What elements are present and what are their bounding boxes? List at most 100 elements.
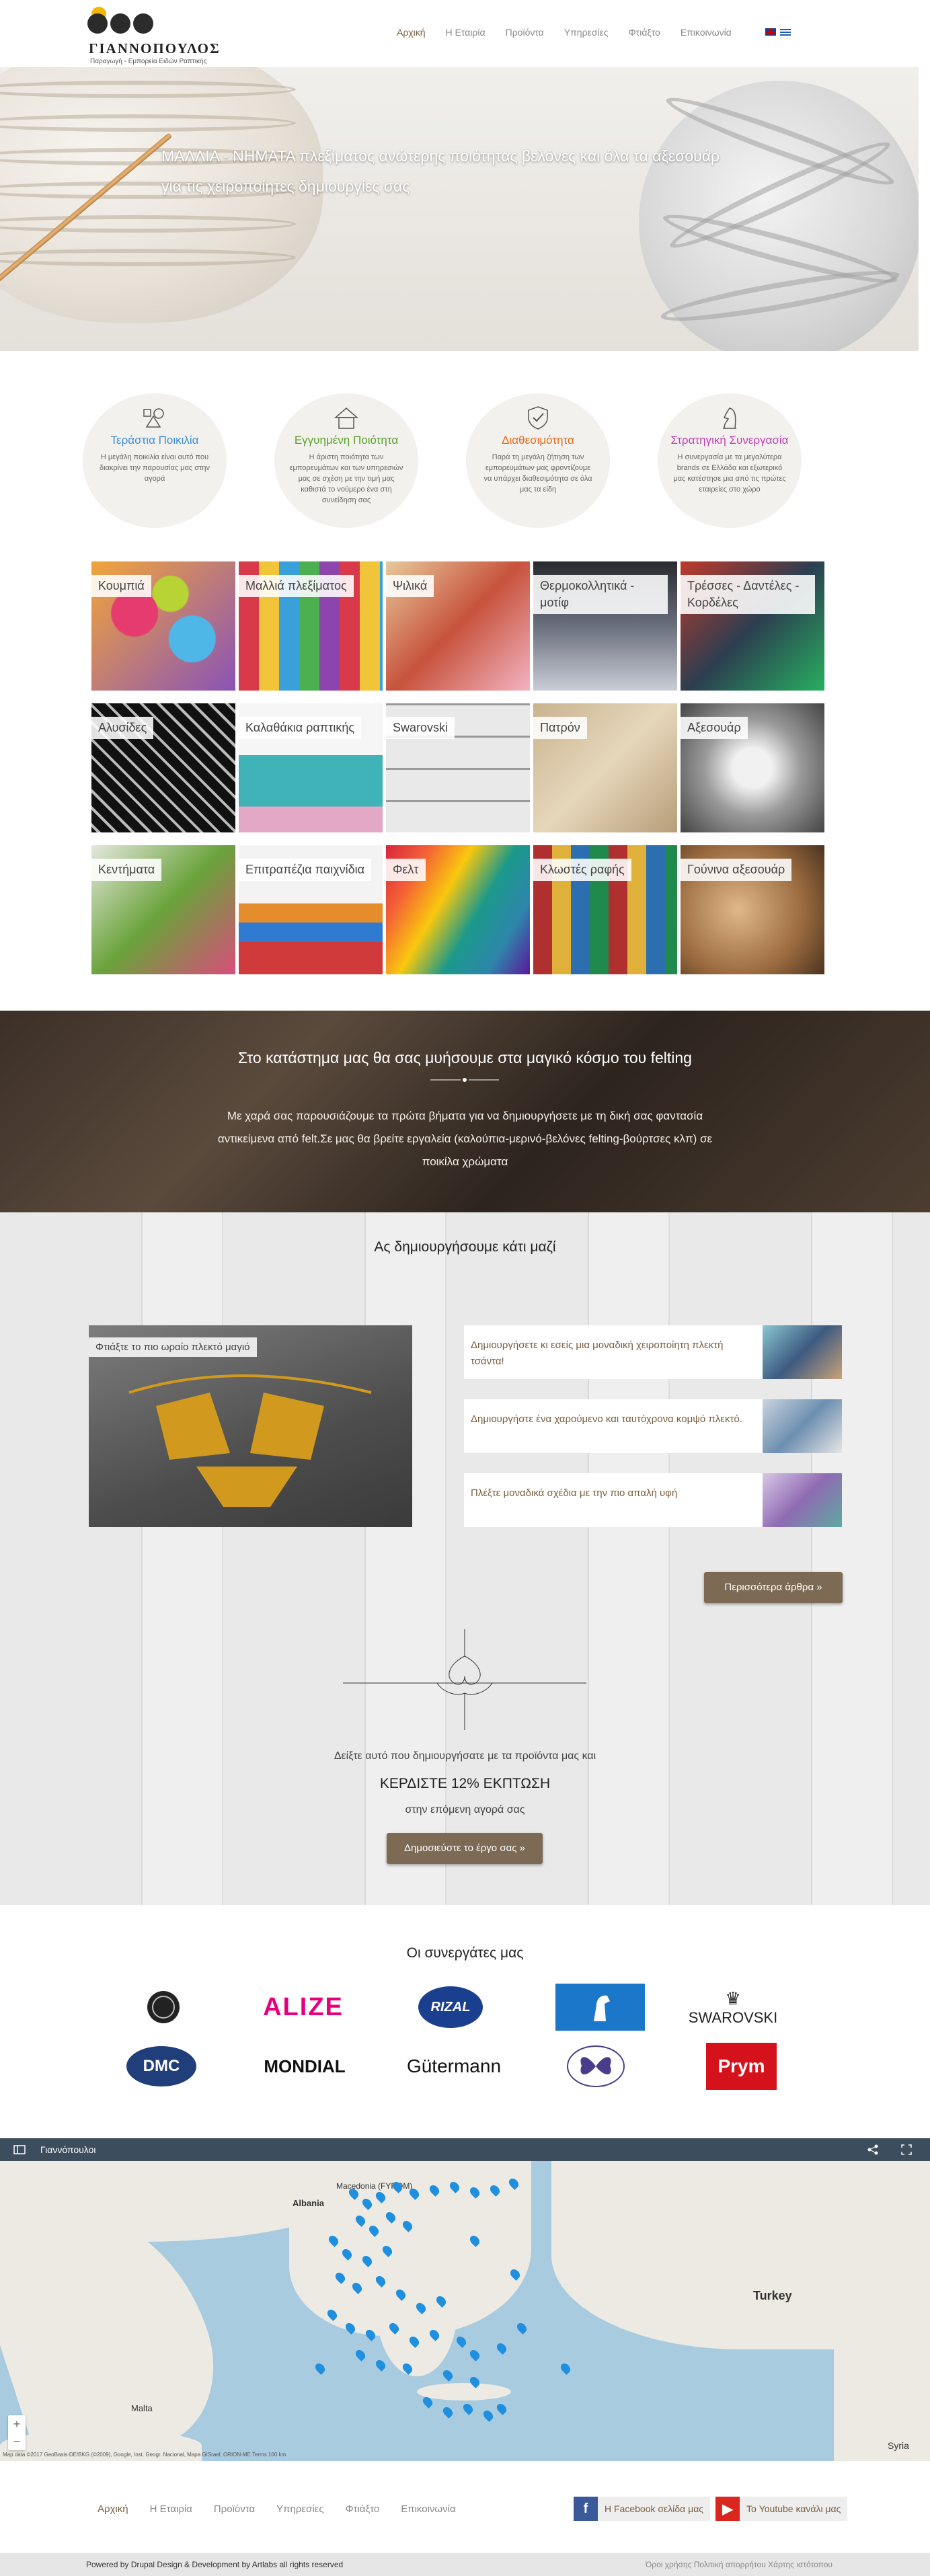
publish-work-button[interactable]: Δημοσιεύστε το έργο σας » (387, 1833, 543, 1864)
article-item[interactable]: Πλέξτε μοναδικά σχέδια με την πιο απαλή … (464, 1473, 842, 1527)
promo-line-3: στην επόμενη αγορά σας (405, 1804, 525, 1816)
footer-nav-company[interactable]: Η Εταιρία (150, 2503, 192, 2515)
featured-label: Φτιάξτε το πιο ωραίο πλεκτό μαγιό (89, 1337, 257, 1357)
partner-logo-prym[interactable]: Prym (706, 2043, 777, 2090)
category-label: Καλαθάκια ραπτικής (239, 717, 362, 739)
partner-logo-swarovski[interactable]: ♛ SWAROVSKI (679, 1984, 787, 2031)
category-sewing-baskets[interactable]: Καλαθάκια ραπτικής (239, 703, 383, 832)
footer-nav-services[interactable]: Υπηρεσίες (276, 2503, 323, 2515)
map-pin-icon[interactable] (495, 2341, 508, 2355)
nav-contact[interactable]: Επικοινωνία (681, 27, 732, 38)
butterfly-logo (566, 2045, 625, 2087)
feature-partnership: Στρατηγική Συνεργασία Η συνεργασία με τα… (658, 393, 802, 528)
nav-products[interactable]: Προϊόντα (506, 27, 544, 38)
partner-logo-pony[interactable] (555, 1984, 645, 2031)
pony-logo (593, 1995, 610, 2021)
category-label: Γούνινα αξεσουάρ (681, 859, 792, 881)
map-pin-icon[interactable] (495, 2402, 508, 2415)
feature-title: Τεράστια Ποικιλία (110, 434, 199, 446)
footer-nav-diy[interactable]: Φτιάξτο (346, 2503, 380, 2515)
category-threads[interactable]: Κλωστές ραφής (533, 845, 677, 974)
map-pin-icon[interactable] (374, 2358, 387, 2372)
map-pin-icon[interactable] (515, 2321, 529, 2335)
partner-logo-mondial[interactable]: MONDIAL (243, 2043, 366, 2090)
category-yarn[interactable]: Μαλλιά πλεξίματος (239, 561, 383, 691)
bottom-bar: Powered by Drupal Design & Development b… (0, 2553, 930, 2576)
map-pin-icon[interactable] (441, 2405, 455, 2419)
partner-logo-1[interactable] (138, 1984, 188, 2031)
partner-logo-gutermann[interactable]: Gütermann (387, 2043, 521, 2090)
map-pin-icon[interactable] (468, 2348, 481, 2362)
footer-nav-home[interactable]: Αρχική (98, 2503, 128, 2515)
chess-knight-icon (723, 407, 736, 429)
map-layers-icon[interactable] (13, 2144, 26, 2155)
map-pin-icon[interactable] (455, 2335, 468, 2348)
felting-title: Στο κατάστημα μας θα σας μυήσουμε στα μα… (238, 1049, 692, 1066)
create-title: Ας δημιουργήσουμε κάτι μαζί (374, 1239, 556, 1255)
article-thumbnail (763, 1325, 842, 1379)
footer-nav: Αρχική Η Εταιρία Προϊόντα Υπηρεσίες Φτιά… (98, 2503, 477, 2515)
category-patches[interactable]: Θερμοκολλητικά - μοτίφ (533, 561, 677, 691)
fullscreen-icon[interactable] (901, 2144, 912, 2155)
share-icon[interactable] (867, 2144, 878, 2155)
category-laces[interactable]: Τρέσσες - Δαντέλες - Κορδέλες (681, 561, 824, 691)
promo-discount: ΚΕΡΔΙΣΤΕ 12% ΕΚΠΤΩΣΗ (379, 1776, 551, 1791)
category-haberdashery[interactable]: Ψιλικά (386, 561, 530, 691)
article-item[interactable]: Δημιουργήσετε κι εσείς μια μοναδική χειρ… (464, 1325, 842, 1379)
house-icon (334, 407, 358, 429)
map-title: Γιαννόπουλοι (40, 2144, 96, 2155)
map-label: Albania (293, 2198, 324, 2208)
category-buttons[interactable]: Κουμπιά (91, 561, 235, 691)
article-title: Πλέξτε μοναδικά σχέδια με την πιο απαλή … (471, 1487, 678, 1499)
nav-diy[interactable]: Φτιάξτο (629, 27, 660, 38)
feature-text: Η μεγάλη ποικιλία είναι αυτό που διακρίν… (100, 453, 210, 483)
zoom-out-icon[interactable]: − (8, 2433, 26, 2450)
map-pin-icon[interactable] (461, 2402, 475, 2415)
map-view[interactable]: Macedonia (FYROM) Albania Turkey Malta S… (0, 2161, 930, 2461)
category-felt[interactable]: Φελτ (386, 845, 530, 974)
category-label: Κουμπιά (91, 575, 151, 597)
category-label: Αξεσουάρ (681, 717, 748, 739)
gr-flag-icon[interactable] (780, 28, 791, 36)
map-pin-icon[interactable] (481, 2409, 495, 2422)
featured-article[interactable]: Φτιάξτε το πιο ωραίο πλεκτό μαγιό (89, 1325, 412, 1527)
partner-logo-alize[interactable]: ALIZE (245, 1984, 361, 2031)
map-pin-icon[interactable] (313, 2362, 327, 2375)
feature-text: Η συνεργασία με τα μεγαλύτερα brands σε … (673, 453, 786, 494)
category-chains[interactable]: Αλυσίδες (91, 703, 235, 832)
facebook-link[interactable]: f Η Facebook σελίδα μας (574, 2497, 711, 2521)
create-section: Ας δημιουργήσουμε κάτι μαζί Φτιάξτε το π… (0, 1212, 930, 1905)
more-articles-button[interactable]: Περισσότερα άρθρα » (704, 1572, 843, 1603)
felting-banner: Στο κατάστημα μας θα σας μυήσουμε στα μα… (0, 1011, 930, 1212)
nav-services[interactable]: Υπηρεσίες (564, 27, 609, 38)
en-flag-icon[interactable] (765, 28, 776, 36)
category-embroidery[interactable]: Κεντήματα (91, 845, 235, 974)
partner-logo-butterfly[interactable] (564, 2043, 627, 2090)
youtube-link[interactable]: ▶ Το Youtube κανάλι μας (715, 2497, 848, 2521)
badge-logo (147, 1991, 180, 2023)
category-label: Swarovski (386, 717, 455, 739)
category-board-games[interactable]: Επιτραπέζια παιχνίδια (239, 845, 383, 974)
category-accessories[interactable]: Αξεσουάρ (681, 703, 824, 832)
zoom-in-icon[interactable]: + (8, 2415, 26, 2433)
map-pin-icon[interactable] (354, 2348, 367, 2362)
promo-line-1: Δείξτε αυτό που δημιουργήσατε με τα προϊ… (334, 1750, 596, 1762)
zoom-control[interactable]: + − (8, 2415, 26, 2450)
footer-legal-links[interactable]: Όροι χρήσης Πολιτική απορρήτου Χάρτης ισ… (646, 2560, 832, 2569)
partner-logo-rizal[interactable]: RIZAL (417, 1984, 484, 2031)
category-swarovski[interactable]: Swarovski (386, 703, 530, 832)
footer-nav-contact[interactable]: Επικοινωνία (401, 2503, 455, 2515)
partner-logo-dmc[interactable]: DMC (124, 2043, 198, 2090)
article-item[interactable]: Δημιουργήστε ένα χαρούμενο και ταυτόχρον… (464, 1399, 842, 1453)
map-pin-icon[interactable] (559, 2362, 572, 2375)
nav-home[interactable]: Αρχική (397, 27, 426, 38)
nav-company[interactable]: Η Εταιρία (446, 27, 486, 38)
category-fur-accessories[interactable]: Γούνινα αξεσουάρ (681, 845, 824, 974)
map-pin-icon[interactable] (441, 2368, 455, 2382)
youtube-icon: ▶ (715, 2497, 740, 2521)
category-patterns[interactable]: Πατρόν (533, 703, 677, 832)
footer-nav-products[interactable]: Προϊόντα (214, 2503, 255, 2515)
logo[interactable]: ΓΙΑΝΝΟΠΟΥΛΟΣ Παραγωγή - Εμπορεία Ειδών Ρ… (86, 5, 247, 65)
article-thumbnail (763, 1399, 842, 1453)
logo-mark (87, 7, 155, 38)
